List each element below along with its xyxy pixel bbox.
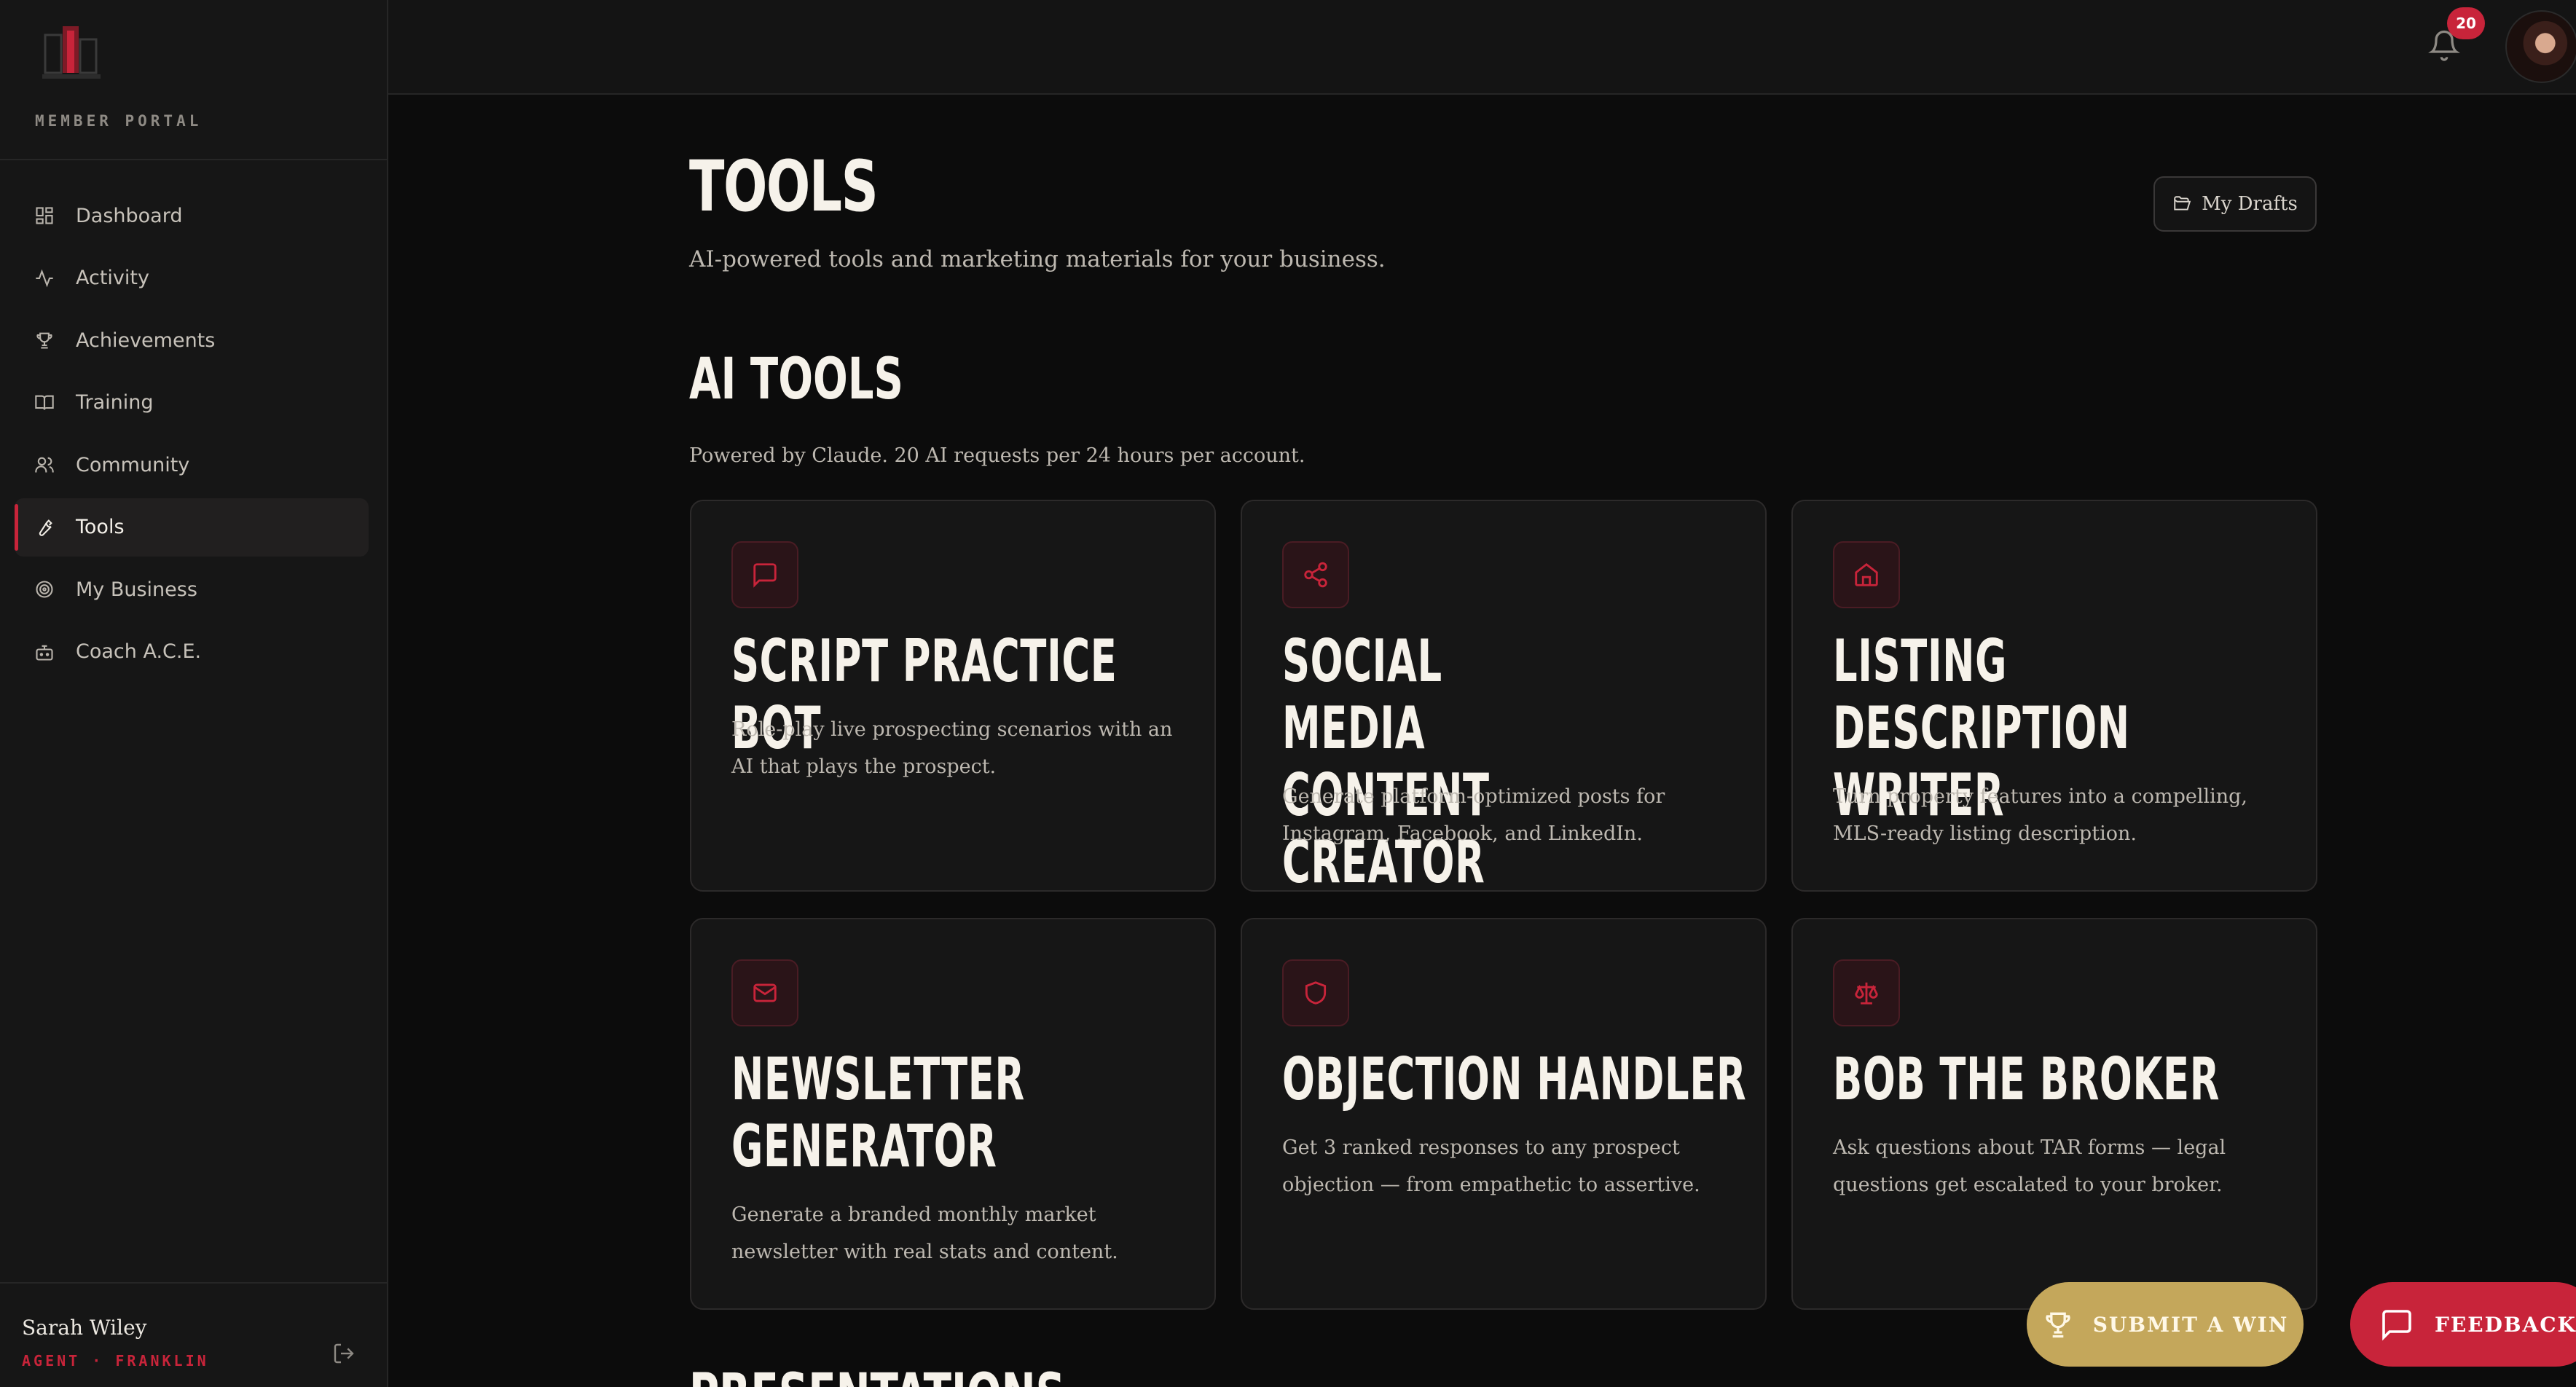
sidebar-item-label: Activity [76,267,149,289]
message-square-icon [2382,1310,2411,1341]
sidebar-item-dashboard[interactable]: Dashboard [15,186,369,245]
sidebar-item-label: Community [76,453,190,476]
sidebar-item-training[interactable]: Training [15,374,369,432]
tool-card-description: Generate platform-optimized posts for In… [1282,785,1665,845]
brand-area: MEMBER PORTAL [0,0,387,160]
target-icon [34,578,55,600]
tool-card-description: Get 3 ranked responses to any prospect o… [1282,1136,1700,1196]
tool-card-listing-description-writer[interactable]: LISTING DESCRIPTION WRITER Turn property… [1791,500,2317,892]
sidebar-item-label: Achievements [76,329,216,352]
page-subtitle: AI-powered tools and marketing materials… [689,246,1386,272]
tool-card-description: Turn property features into a compelling… [1833,785,2248,845]
feedback-button[interactable]: FEEDBACK [2350,1282,2576,1367]
page-title: TOOLS [689,146,879,227]
submit-win-button[interactable]: SUBMIT A WIN [2027,1282,2304,1367]
tool-card-bob-the-broker[interactable]: BOB THE BROKER Ask questions about TAR f… [1791,918,2317,1310]
tool-card-description: Ask questions about TAR forms — legal qu… [1833,1136,2226,1196]
tool-card-title: SOCIAL MEDIA CONTENT CREATOR [1282,627,1490,896]
tool-card-script-practice-bot[interactable]: SCRIPT PRACTICE BOT Role-play live prosp… [690,500,1216,892]
book-icon [34,392,55,414]
sidebar-item-community[interactable]: Community [15,436,369,494]
topbar: 20 [388,0,2576,95]
logout-icon[interactable] [332,1342,356,1365]
notification-count-badge[interactable]: 20 [2447,7,2485,39]
scale-icon [1833,959,1900,1026]
sidebar-item-label: Dashboard [76,204,183,227]
logo[interactable] [35,20,108,82]
folder-open-icon [2174,196,2191,211]
sidebar-item-my-business[interactable]: My Business [15,560,369,618]
sidebar-item-label: My Business [76,578,197,601]
sidebar: MEMBER PORTAL Dashboard Activity Achieve… [0,0,388,1387]
feedback-label: FEEDBACK [2435,1312,2576,1337]
sidebar-nav: Dashboard Activity Achievements Training… [15,186,369,685]
tool-card-description: Generate a branded monthly market newsle… [731,1203,1118,1263]
user-block: Sarah Wiley AGENT · FRANKLIN [0,1282,387,1387]
my-drafts-button[interactable]: My Drafts [2153,176,2317,232]
share-icon [1282,541,1349,608]
tool-card-social-media-content-creator[interactable]: SOCIAL MEDIA CONTENT CREATOR Generate pl… [1241,500,1767,896]
grid-icon [34,205,55,227]
users-icon [34,454,55,476]
mail-icon [731,959,798,1026]
shield-icon [1282,959,1349,1026]
sidebar-item-label: Tools [76,516,125,538]
message-square-icon [731,541,798,608]
sidebar-item-coach[interactable]: Coach A.C.E. [15,623,369,681]
sidebar-item-label: Training [76,391,154,414]
tool-card-title: NEWSLETTER GENERATOR [731,1045,1025,1180]
my-drafts-label: My Drafts [2202,193,2298,215]
tool-card-newsletter-generator[interactable]: NEWSLETTER GENERATOR Generate a branded … [690,918,1216,1310]
tool-card-objection-handler[interactable]: OBJECTION HANDLER Get 3 ranked responses… [1241,918,1767,1310]
tool-card-title: OBJECTION HANDLER [1282,1045,1747,1113]
sidebar-item-tools[interactable]: Tools [15,498,369,557]
sidebar-item-achievements[interactable]: Achievements [15,311,369,369]
submit-win-label: SUBMIT A WIN [2092,1312,2289,1337]
sidebar-item-activity[interactable]: Activity [15,249,369,307]
user-role: AGENT · FRANKLIN [22,1352,209,1370]
avatar[interactable] [2505,10,2576,83]
trophy-icon [2046,1312,2070,1338]
presentations-heading: PRESENTATIONS [689,1367,1065,1387]
tool-card-description: Role-play live prospecting scenarios wit… [731,718,1173,778]
wrench-icon [34,516,55,538]
ai-tools-subtitle: Powered by Claude. 20 AI requests per 24… [689,444,1305,467]
portal-label: MEMBER PORTAL [35,112,203,130]
ai-tools-heading: AI TOOLS [689,347,903,412]
tool-card-title: BOB THE BROKER [1833,1045,2220,1113]
sidebar-item-label: Coach A.C.E. [76,640,202,663]
bot-icon [34,641,55,663]
trophy-icon [34,329,55,351]
user-name: Sarah Wiley [22,1316,147,1340]
home-icon [1833,541,1900,608]
activity-icon [34,267,55,289]
